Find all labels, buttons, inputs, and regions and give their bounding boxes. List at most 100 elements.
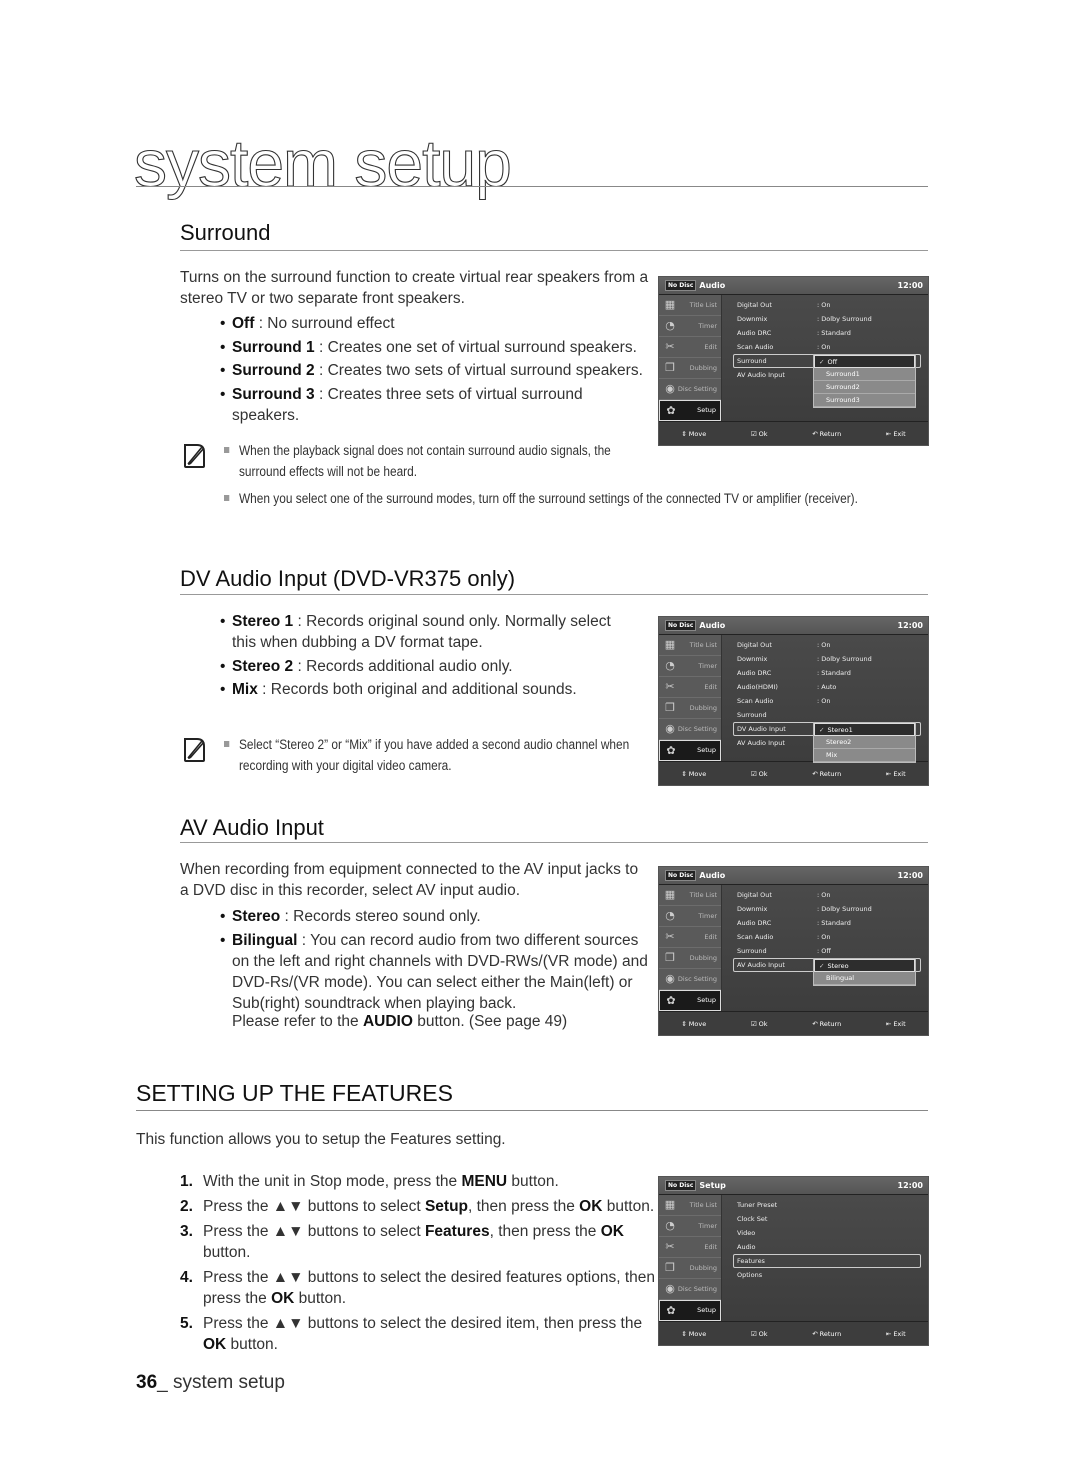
osd-sidebar-item[interactable]: ❐ Dubbing (659, 358, 721, 379)
dubbing-icon: ❐ (665, 361, 675, 374)
list-item: Bilingual : You can record audio from tw… (220, 930, 648, 1014)
osd-sidebar-item[interactable]: ▦ Title List (659, 1195, 721, 1216)
step-item: 4. Press the ▲▼ buttons to select the des… (180, 1267, 660, 1309)
osd-sidebar-item[interactable]: ◉ Disc Setting (659, 379, 721, 400)
osd-move-hint: ⇕ Move (681, 1329, 707, 1338)
dv-audio-rule (180, 594, 928, 595)
osd-sidebar-item[interactable]: ▦ Title List (659, 635, 721, 656)
step-number: 2. (180, 1198, 193, 1215)
osd-sidebar-item[interactable]: ◔ Timer (659, 1216, 721, 1237)
osd-exit-hint: ⇤ Exit (885, 769, 906, 778)
osd-sidebar-item[interactable]: ◔ Timer (659, 906, 721, 927)
osd-menu-row[interactable]: Downmix : Dolby Surround (722, 652, 928, 666)
av-audio-options-list: Stereo : Records stereo sound only. Bili… (220, 906, 648, 1016)
osd-header: No Disc Audio 12:00 (659, 617, 928, 635)
osd-sidebar-item[interactable]: ❐ Dubbing (659, 1258, 721, 1279)
osd-menu-row[interactable]: Audio(HDMI) : Auto (722, 680, 928, 694)
scissors-icon: ✂ (665, 1240, 675, 1253)
osd-sidebar-item[interactable]: ❐ Dubbing (659, 698, 721, 719)
osd-sidebar-item[interactable]: ◉ Disc Setting (659, 969, 721, 990)
osd-sidebar-item[interactable]: ✿ Setup (659, 740, 721, 761)
scissors-icon: ✂ (665, 680, 675, 693)
exit-icon: ⇤ (885, 1329, 892, 1338)
osd-row-label: AV Audio Input (737, 961, 785, 969)
osd-header: No Disc Setup 12:00 (659, 1177, 928, 1195)
osd-sidebar-item[interactable]: ✿ Setup (659, 990, 721, 1011)
osd-sidebar-item[interactable]: ◔ Timer (659, 656, 721, 677)
osd-dropdown-option[interactable]: ✓ Off (814, 355, 915, 368)
osd-menu-row[interactable]: Downmix : Dolby Surround (722, 312, 928, 326)
osd-menu-row[interactable]: Tuner Preset (722, 1198, 928, 1212)
osd-dropdown-option[interactable]: Mix (814, 749, 915, 762)
osd-menu-row[interactable]: Audio DRC : Standard (722, 916, 928, 930)
updown-arrows-icon: ⇕ (681, 1329, 687, 1338)
osd-menu-list: Digital Out : On Downmix : Dolby Surroun… (722, 295, 928, 421)
step-item: 5. Press the ▲▼ buttons to select the des… (180, 1313, 660, 1355)
osd-clock: 12:00 (897, 621, 923, 630)
osd-menu-row[interactable]: Digital Out : On (722, 638, 928, 652)
osd-ok-hint: ☑ Ok (750, 769, 768, 778)
step-item: 3. Press the ▲▼ buttons to select Feature… (180, 1221, 660, 1263)
osd-sidebar-label: Title List (689, 890, 717, 899)
osd-menu-row[interactable]: Scan Audio : On (722, 340, 928, 354)
osd-title: Setup (699, 1181, 726, 1190)
osd-dropdown-option[interactable]: Surround2 (814, 381, 915, 394)
step-number: 4. (180, 1269, 193, 1286)
osd-sidebar-item[interactable]: ▦ Title List (659, 295, 721, 316)
osd-sidebar-item[interactable]: ✿ Setup (659, 400, 721, 421)
osd-dropdown-option[interactable]: Surround1 (814, 368, 915, 381)
return-icon: ↶ (812, 429, 818, 438)
osd-menu-row[interactable]: Digital Out : On (722, 888, 928, 902)
osd-menu-row[interactable]: Scan Audio : On (722, 694, 928, 708)
osd-sidebar-item[interactable]: ✂ Edit (659, 927, 721, 948)
osd-dropdown[interactable]: ✓ Off Surround1 Surround2 Surround3 (813, 354, 916, 408)
osd-menu-row[interactable]: Features (722, 1254, 928, 1268)
checkmark-icon: ✓ (819, 961, 825, 970)
osd-sidebar: ▦ Title List ◔ Timer ✂ Edit ❐ Dubbing ◉ … (659, 885, 722, 1011)
osd-menu-row[interactable]: Options (722, 1268, 928, 1282)
list-item: Stereo : Records stereo sound only. (220, 906, 648, 927)
note-icon (184, 738, 205, 762)
osd-sidebar-item[interactable]: ◉ Disc Setting (659, 719, 721, 740)
step-text: Press the ▲▼ buttons to select Features,… (203, 1223, 624, 1261)
clock-icon: ◔ (665, 319, 675, 332)
osd-dropdown-option[interactable]: ✓ Stereo (814, 959, 915, 972)
osd-dropdown[interactable]: ✓ Stereo1 Stereo2 Mix (813, 722, 916, 763)
osd-row-label: Downmix (737, 315, 768, 323)
osd-dropdown-option[interactable]: Stereo2 (814, 736, 915, 749)
osd-row-label: AV Audio Input (737, 371, 785, 379)
step-text: With the unit in Stop mode, press the ME… (203, 1173, 559, 1190)
osd-sidebar-item[interactable]: ✂ Edit (659, 1237, 721, 1258)
osd-sidebar-item[interactable]: ✂ Edit (659, 677, 721, 698)
osd-return-hint: ↶ Return (812, 1019, 842, 1028)
osd-row-label: Audio DRC (737, 329, 772, 337)
osd-footer: ⇕ Move ☑ Ok ↶ Return ⇤ Exit (659, 1011, 928, 1035)
osd-sidebar-item[interactable]: ❐ Dubbing (659, 948, 721, 969)
osd-menu-screen: No Disc Audio 12:00 ▦ Title List ◔ Timer… (658, 616, 929, 786)
osd-menu-row[interactable]: Surround (722, 708, 928, 722)
osd-menu-row[interactable]: Downmix : Dolby Surround (722, 902, 928, 916)
osd-dropdown-option[interactable]: ✓ Stereo1 (814, 723, 915, 736)
osd-menu-row[interactable]: Digital Out : On (722, 298, 928, 312)
osd-menu-row[interactable]: Scan Audio : On (722, 930, 928, 944)
no-disc-badge: No Disc (665, 1180, 697, 1191)
osd-menu-row[interactable]: Audio DRC : Standard (722, 666, 928, 680)
surround-notes: When the playback signal does not contai… (224, 440, 646, 482)
osd-row-value: : Auto (817, 683, 837, 691)
surround-heading: Surround (180, 220, 271, 245)
osd-menu-row[interactable]: Audio DRC : Standard (722, 326, 928, 340)
osd-dropdown-option[interactable]: Surround3 (814, 394, 915, 407)
osd-sidebar-item[interactable]: ✂ Edit (659, 337, 721, 358)
osd-menu-row[interactable]: Clock Set (722, 1212, 928, 1226)
osd-sidebar-item[interactable]: ✿ Setup (659, 1300, 721, 1321)
no-disc-badge: No Disc (665, 620, 697, 631)
osd-menu-row[interactable]: Surround : Off (722, 944, 928, 958)
osd-menu-row[interactable]: Audio (722, 1240, 928, 1254)
osd-sidebar-item[interactable]: ◉ Disc Setting (659, 1279, 721, 1300)
osd-menu-row[interactable]: Video (722, 1226, 928, 1240)
osd-dropdown[interactable]: ✓ Stereo Bilingual (813, 958, 916, 986)
osd-sidebar-item[interactable]: ▦ Title List (659, 885, 721, 906)
osd-dropdown-option[interactable]: Bilingual (814, 972, 915, 985)
osd-sidebar: ▦ Title List ◔ Timer ✂ Edit ❐ Dubbing ◉ … (659, 1195, 722, 1321)
osd-sidebar-item[interactable]: ◔ Timer (659, 316, 721, 337)
